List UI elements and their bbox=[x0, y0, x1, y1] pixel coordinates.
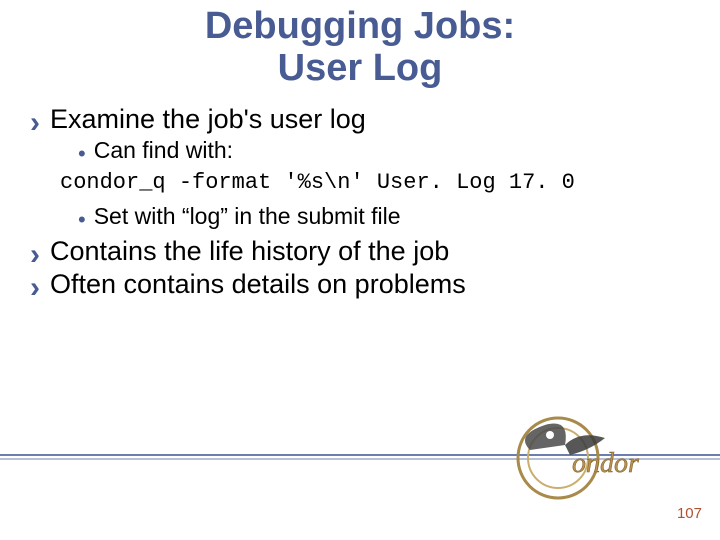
bullet-3: › Often contains details on problems bbox=[30, 269, 700, 300]
slide-content: › Examine the job's user log • Can find … bbox=[0, 104, 720, 300]
logo-text: ondor bbox=[572, 448, 639, 479]
title-line-1: Debugging Jobs: bbox=[0, 6, 720, 48]
bullet-2: › Contains the life history of the job bbox=[30, 236, 700, 267]
bullet-3-text: Often contains details on problems bbox=[50, 269, 466, 300]
sub-block-2: • Set with “log” in the submit file bbox=[30, 203, 700, 230]
condor-logo: ondor bbox=[510, 400, 680, 510]
sub-bullet-2-text: Set with “log” in the submit file bbox=[94, 203, 401, 230]
bullet-2-text: Contains the life history of the job bbox=[50, 236, 449, 267]
dot-icon: • bbox=[78, 209, 86, 231]
title-line-2: User Log bbox=[0, 48, 720, 90]
bullet-1-text: Examine the job's user log bbox=[50, 104, 366, 135]
caret-icon: › bbox=[30, 108, 40, 138]
sub-block-1: • Can find with: bbox=[30, 137, 700, 164]
code-line: condor_q -format '%s\n' User. Log 17. 0 bbox=[30, 170, 700, 195]
dot-icon: • bbox=[78, 143, 86, 165]
sub-bullet-2: • Set with “log” in the submit file bbox=[78, 203, 690, 230]
bullet-1: › Examine the job's user log bbox=[30, 104, 700, 135]
slide-title: Debugging Jobs: User Log bbox=[0, 0, 720, 104]
sub-bullet-1: • Can find with: bbox=[78, 137, 690, 164]
caret-icon: › bbox=[30, 240, 40, 270]
page-number: 107 bbox=[677, 505, 702, 522]
caret-icon: › bbox=[30, 273, 40, 303]
sub-bullet-1-text: Can find with: bbox=[94, 137, 233, 164]
